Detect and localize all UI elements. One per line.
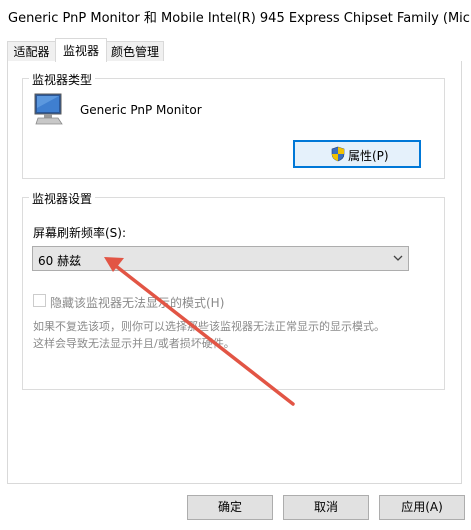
properties-button[interactable]: 属性(P) — [293, 140, 421, 168]
monitor-type-group-label: 监视器类型 — [29, 71, 96, 88]
title-bar[interactable]: Generic PnP Monitor 和 Mobile Intel(R) 94… — [0, 0, 471, 32]
ok-button[interactable]: 确定 — [187, 495, 273, 520]
refresh-rate-select[interactable]: 60 赫兹 — [32, 246, 409, 271]
chevron-down-icon — [392, 250, 404, 269]
tab-monitor[interactable]: 监视器 — [55, 38, 107, 62]
tab-adapter[interactable]: 适配器 — [7, 41, 56, 61]
uac-shield-icon — [331, 146, 345, 165]
cancel-button[interactable]: 取消 — [283, 495, 369, 520]
monitor-settings-group-label: 监视器设置 — [29, 190, 96, 207]
hide-modes-checkbox[interactable] — [33, 294, 46, 307]
warning-text-line2: 这样会导致无法显示并且/或者损坏硬件。 — [33, 337, 235, 350]
warning-text-line1: 如果不复选该项，则你可以选择那些该监视器无法正常显示的显示模式。 — [33, 320, 385, 333]
hide-modes-label: 隐藏该监视器无法显示的模式(H) — [50, 296, 225, 310]
window-title: Generic PnP Monitor 和 Mobile Intel(R) 94… — [8, 11, 471, 26]
tab-color-management[interactable]: 颜色管理 — [106, 41, 164, 61]
apply-button[interactable]: 应用(A) — [379, 495, 465, 520]
refresh-rate-label: 屏幕刷新频率(S): — [33, 226, 127, 240]
monitor-icon — [34, 93, 64, 127]
refresh-rate-value: 60 赫兹 — [38, 254, 82, 268]
monitor-name: Generic PnP Monitor — [80, 103, 202, 117]
properties-button-label: 属性(P) — [348, 149, 389, 163]
